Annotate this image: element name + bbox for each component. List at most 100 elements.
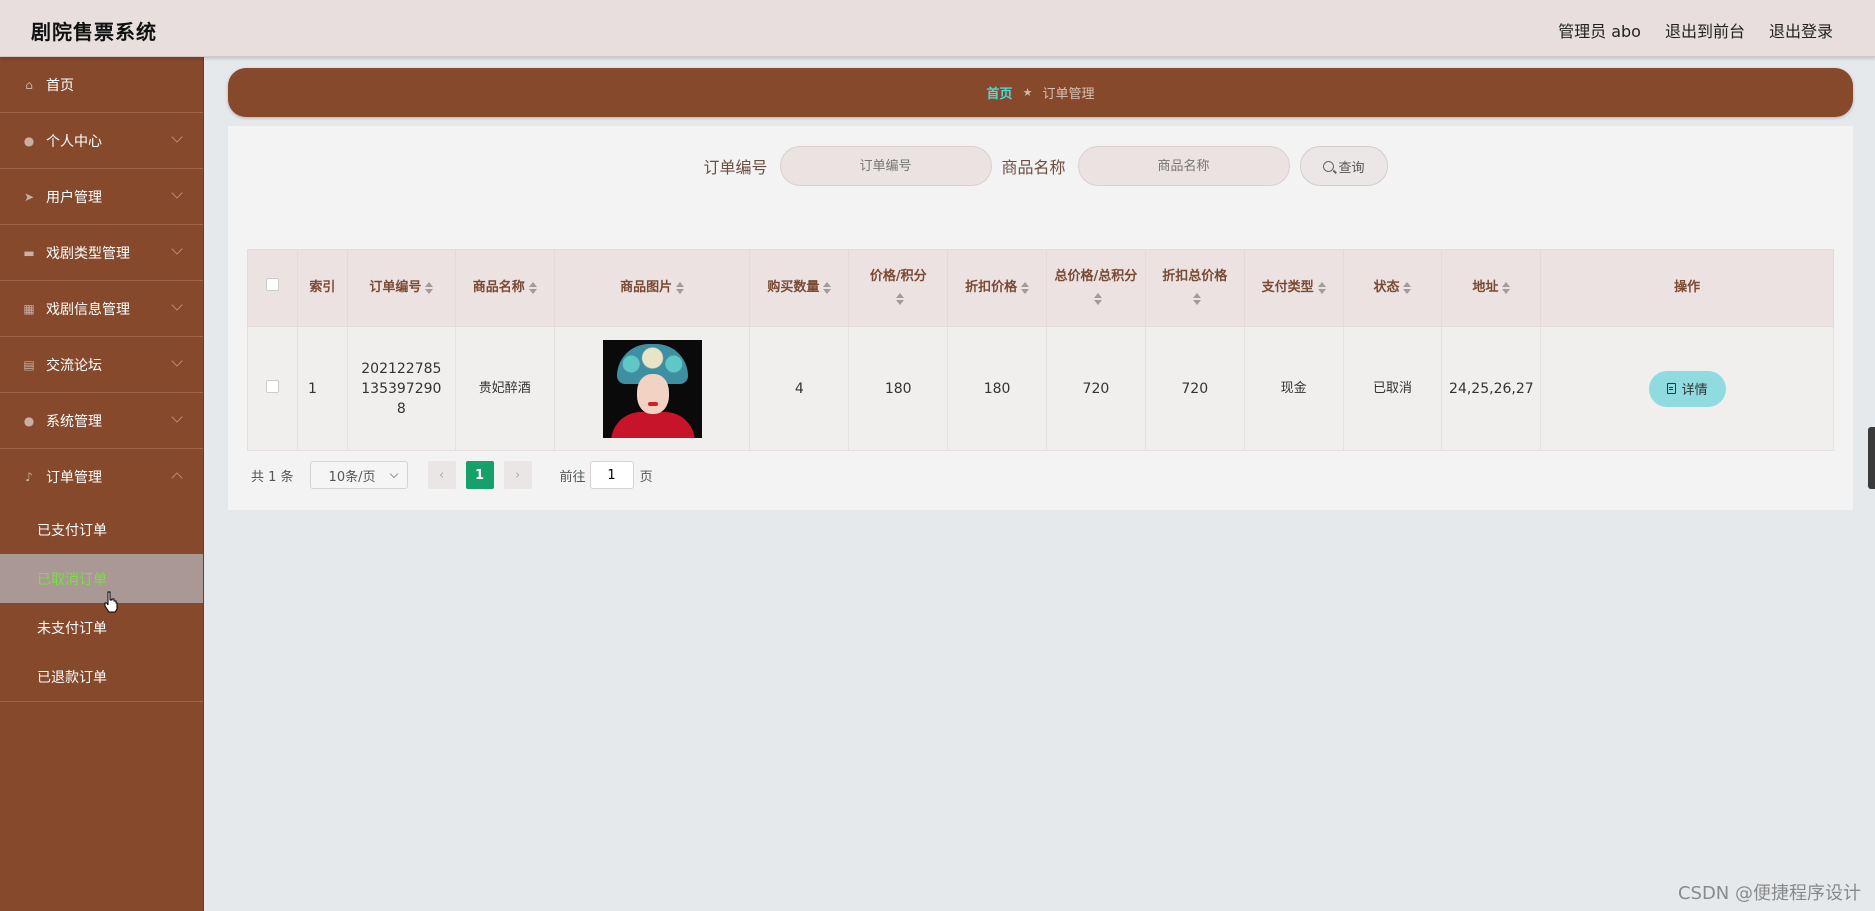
- hand-cursor-icon: [104, 591, 118, 613]
- page-size-value: 10条/页: [328, 469, 376, 485]
- watermark: CSDN @便捷程序设计: [1677, 883, 1861, 904]
- goto-page-input[interactable]: [589, 461, 634, 489]
- chevron-down-icon: [171, 299, 183, 311]
- chevron-left-icon: ‹: [438, 467, 445, 483]
- page-number-current[interactable]: 1: [465, 461, 494, 489]
- table-row: 1 2021227851353972908 贵妃醉酒 4 180 180 720…: [247, 326, 1834, 451]
- sort-icon[interactable]: [528, 281, 537, 294]
- sidebar-item-order-management[interactable]: ♪ 订单管理: [0, 449, 203, 505]
- cell-price: 180: [848, 326, 949, 451]
- product-name-input[interactable]: [1077, 146, 1290, 186]
- product-name-label: 商品名称: [1001, 158, 1066, 177]
- header-discount-price[interactable]: 折扣价格: [947, 249, 1047, 327]
- sidebar-item-user-management[interactable]: ➤ 用户管理: [0, 169, 203, 225]
- sidebar-item-drama-type-management[interactable]: ▬ 戏剧类型管理: [0, 225, 203, 281]
- cell-discount-price: 180: [947, 326, 1047, 451]
- header-discount-total[interactable]: 折扣总价格: [1144, 249, 1245, 327]
- send-icon: ➤: [23, 189, 35, 204]
- sidebar-item-refunded-orders[interactable]: 已退款订单: [0, 652, 203, 701]
- sidebar-item-paid-orders[interactable]: 已支付订单: [0, 505, 203, 554]
- row-checkbox[interactable]: [265, 379, 279, 393]
- select-all-cell: [247, 249, 298, 327]
- header-price[interactable]: 价格/积分: [848, 249, 949, 327]
- sidebar-item-label: 系统管理: [46, 413, 102, 430]
- chevron-up-icon: [171, 472, 183, 484]
- top-nav: 管理员 abo 退出到前台 退出登录: [1558, 18, 1833, 42]
- sort-icon[interactable]: [1093, 292, 1102, 305]
- chevron-down-icon: [171, 243, 183, 255]
- breadcrumb-current: 订单管理: [1042, 87, 1095, 102]
- sort-icon[interactable]: [823, 281, 832, 294]
- sidebar-item-label: 戏剧类型管理: [46, 245, 130, 262]
- forum-icon: ▤: [23, 357, 35, 372]
- calendar-icon: ▦: [23, 301, 35, 316]
- sidebar-item-system-management[interactable]: ● 系统管理: [0, 393, 203, 449]
- product-thumbnail-opera-image[interactable]: [602, 339, 702, 438]
- settings-user-icon: ●: [23, 413, 35, 428]
- top-bar: 剧院售票系统 管理员 abo 退出到前台 退出登录: [0, 0, 1875, 57]
- header-index: 索引: [296, 249, 348, 327]
- header-quantity[interactable]: 购买数量: [749, 249, 850, 327]
- breadcrumb-separator-star-icon: ★: [1022, 86, 1033, 99]
- home-icon: ⌂: [25, 77, 33, 92]
- breadcrumb-home-link[interactable]: 首页: [987, 83, 1013, 102]
- sort-icon[interactable]: [1317, 281, 1326, 294]
- sidebar-item-label: 戏剧信息管理: [46, 301, 130, 318]
- cell-actions: 详情: [1540, 326, 1834, 451]
- document-icon: [1666, 383, 1676, 394]
- order-no-input[interactable]: [779, 146, 992, 186]
- next-page-button[interactable]: ›: [503, 461, 532, 489]
- sidebar-item-label: 订单管理: [46, 470, 102, 486]
- row-select-cell: [247, 326, 298, 451]
- header-product-image[interactable]: 商品图片: [553, 249, 751, 327]
- sidebar-item-unpaid-orders[interactable]: 未支付订单: [0, 603, 203, 652]
- query-button-label: 查询: [1338, 160, 1365, 176]
- header-pay-type[interactable]: 支付类型: [1243, 249, 1344, 327]
- table-header-row: 索引 订单编号 商品名称 商品图片 购买数量 价格/积分 折扣价格 总价格/总积…: [247, 249, 1834, 327]
- sidebar-item-home[interactable]: ⌂ 首页: [0, 57, 203, 113]
- sidebar-item-drama-info-management[interactable]: ▦ 戏剧信息管理: [0, 281, 203, 337]
- select-all-checkbox[interactable]: [265, 278, 279, 291]
- exit-to-front-link[interactable]: 退出到前台: [1665, 18, 1745, 42]
- sort-icon[interactable]: [425, 281, 434, 294]
- cell-address: 24,25,26,27: [1441, 326, 1542, 451]
- microphone-icon: ♪: [25, 470, 33, 484]
- sidebar-item-label: 用户管理: [46, 189, 102, 206]
- sort-icon[interactable]: [1403, 281, 1412, 294]
- chevron-down-icon: [171, 131, 183, 143]
- sidebar-item-forum[interactable]: ▤ 交流论坛: [0, 337, 203, 393]
- cell-discount-total: 720: [1144, 326, 1245, 451]
- goto-label: 前往: [559, 469, 586, 485]
- cell-pay-type: 现金: [1243, 326, 1344, 451]
- sidebar-item-personal-center[interactable]: ● 个人中心: [0, 113, 203, 169]
- header-status[interactable]: 状态: [1342, 249, 1443, 327]
- cell-index: 1: [296, 326, 348, 451]
- header-product-name[interactable]: 商品名称: [454, 249, 555, 327]
- sidebar-item-label: 首页: [46, 77, 74, 94]
- detail-button[interactable]: 详情: [1648, 370, 1726, 407]
- header-total[interactable]: 总价格/总积分: [1046, 249, 1146, 327]
- header-order-no[interactable]: 订单编号: [346, 249, 456, 327]
- sort-icon[interactable]: [896, 292, 905, 305]
- cell-product-image: [553, 326, 751, 451]
- scrollbar-handle[interactable]: [1868, 427, 1875, 489]
- sort-icon[interactable]: [1502, 281, 1511, 294]
- cell-status: 已取消: [1342, 326, 1443, 451]
- chevron-down-icon: [389, 469, 398, 479]
- orders-table: 索引 订单编号 商品名称 商品图片 购买数量 价格/积分 折扣价格 总价格/总积…: [247, 249, 1834, 451]
- sort-icon[interactable]: [1192, 292, 1201, 305]
- sidebar-item-cancelled-orders[interactable]: 已取消订单: [0, 554, 203, 603]
- header-address[interactable]: 地址: [1441, 249, 1542, 327]
- search-bar: 订单编号 商品名称 查询: [228, 146, 1853, 186]
- query-button[interactable]: 查询: [1299, 146, 1388, 186]
- cell-quantity: 4: [749, 326, 850, 451]
- sort-icon[interactable]: [1021, 281, 1030, 294]
- page-size-select[interactable]: 10条/页: [309, 461, 408, 489]
- total-count: 共 1 条: [251, 469, 294, 485]
- sidebar-item-label: 交流论坛: [46, 357, 102, 374]
- prev-page-button[interactable]: ‹: [427, 461, 456, 489]
- sort-icon[interactable]: [676, 281, 685, 294]
- cell-total: 720: [1046, 326, 1146, 451]
- admin-user-label: 管理员 abo: [1558, 22, 1641, 41]
- logout-link[interactable]: 退出登录: [1769, 18, 1833, 42]
